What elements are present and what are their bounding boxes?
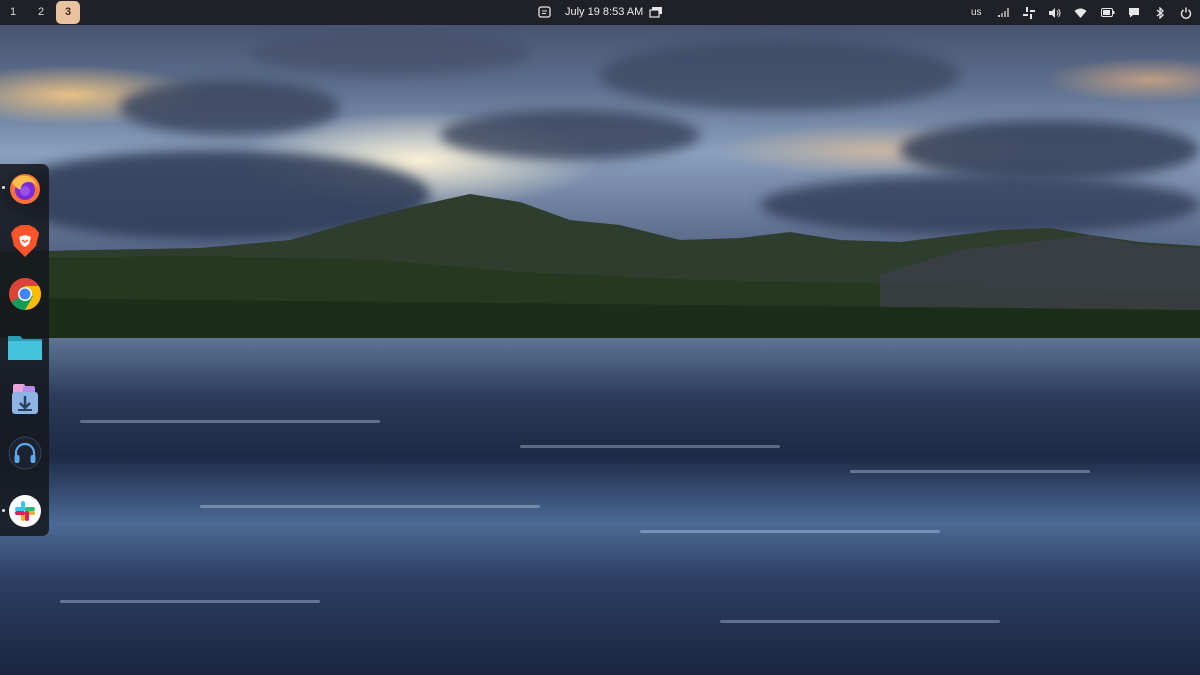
keyboard-layout-indicator[interactable]: us [971,0,982,25]
desktop-wallpaper [0,0,1200,675]
ripple [850,470,1090,473]
ripple [60,600,320,603]
dock-chrome[interactable] [6,275,43,312]
workspace-button-1[interactable]: 1 [1,1,25,24]
workspace-button-2[interactable]: 2 [29,1,53,24]
cloud [900,120,1200,180]
dock-brave[interactable] [6,222,43,259]
ripple [200,505,540,508]
dock-headphones-player[interactable] [6,434,43,471]
cloud [250,30,530,75]
lake [0,338,1200,675]
dock-firefox[interactable] [6,170,43,207]
cloud [600,40,960,110]
firefox-icon [9,173,40,204]
software-download-icon [11,383,38,414]
power-icon[interactable] [1179,0,1193,25]
slack-icon [8,494,41,527]
workspace-button-3[interactable]: 3 [56,1,80,24]
cloud [440,110,700,160]
chat-icon[interactable] [1127,0,1141,25]
dock-software-installer[interactable] [6,380,43,417]
running-indicator [2,186,5,189]
folder-icon [7,335,42,360]
ripple [640,530,940,533]
ripple [520,445,780,448]
screen-share-icon[interactable] [648,0,664,25]
volume-icon[interactable] [1047,0,1061,25]
headphones-icon [8,436,41,469]
bluetooth-icon[interactable] [1154,0,1166,25]
calendar-event-icon[interactable] [536,0,552,25]
dock-slack[interactable] [6,492,43,529]
slack-tray-icon[interactable] [1022,0,1036,25]
dock-files[interactable] [6,328,43,365]
ripple [80,420,380,423]
cloud [120,80,340,135]
battery-icon[interactable] [1100,0,1116,25]
clock[interactable]: July 19 8:53 AM [565,0,643,25]
dock [0,164,49,536]
running-indicator [2,509,5,512]
chrome-icon [8,277,41,310]
signal-icon[interactable] [996,0,1010,25]
brave-icon [10,224,39,257]
mountains [0,194,1200,345]
ripple [720,620,1000,623]
wifi-icon[interactable] [1073,0,1087,25]
top-panel: 1 2 3 July 19 8:53 AM us [0,0,1200,25]
